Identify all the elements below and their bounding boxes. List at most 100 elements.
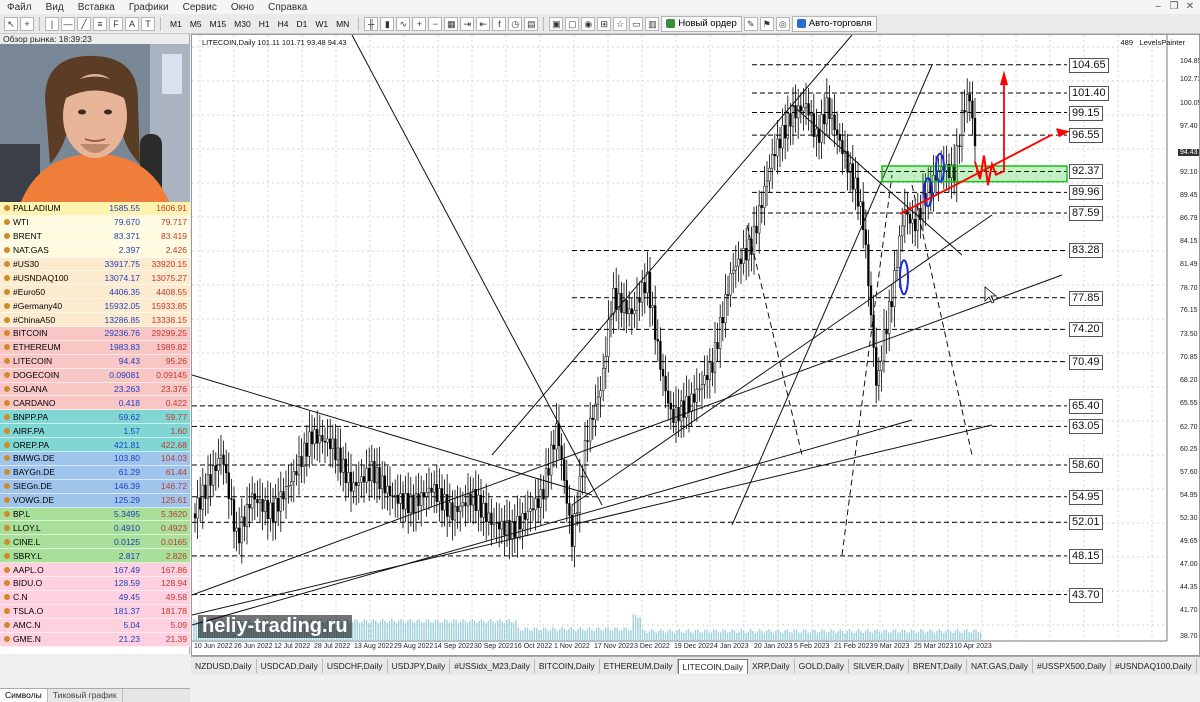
quote-row[interactable]: TSLA.O181.37181.78 <box>0 605 190 619</box>
bar-chart-icon[interactable]: ╫ <box>364 17 378 31</box>
fibonacci-icon[interactable]: F <box>109 17 123 31</box>
quote-row[interactable]: #Germany4015932.0515933.85 <box>0 299 190 313</box>
quote-row[interactable]: LITECOIN94.4395.26 <box>0 355 190 369</box>
minimize-icon[interactable]: – <box>1152 1 1164 12</box>
timeframe-h1[interactable]: H1 <box>255 18 274 30</box>
chart-tab[interactable]: USDCHF,Daily <box>323 659 388 673</box>
chart-tab[interactable]: ETHEREUM,Daily <box>600 659 678 673</box>
label-tool-icon[interactable]: T <box>141 17 155 31</box>
chart-tab[interactable]: NZDUSD,Daily <box>191 659 257 673</box>
quote-row[interactable]: CINE.L0.01250.0165 <box>0 535 190 549</box>
quote-row[interactable]: SOLANA23.26323.376 <box>0 383 190 397</box>
menu-item-6[interactable]: Справка <box>261 2 314 13</box>
menu-item-3[interactable]: Графики <box>122 2 176 13</box>
metaeditor-icon[interactable]: ✎ <box>744 17 758 31</box>
candle-chart-icon[interactable]: ▮ <box>380 17 394 31</box>
quote-row[interactable]: SBRY.L2.8172.826 <box>0 549 190 563</box>
periods-icon[interactable]: ◷ <box>508 17 522 31</box>
tab-tick-chart[interactable]: Тиковый график <box>48 689 123 702</box>
vertical-line-icon[interactable]: | <box>45 17 59 31</box>
chart-tab[interactable]: BRENT,Daily <box>909 659 967 673</box>
quote-row[interactable]: WTI79.67079.717 <box>0 216 190 230</box>
new-chart-icon[interactable]: ▣ <box>549 17 563 31</box>
close-icon[interactable]: ✕ <box>1184 1 1196 12</box>
templates-icon[interactable]: ▤ <box>524 17 538 31</box>
tab-symbols[interactable]: Символы <box>0 689 48 702</box>
chart-shift-icon[interactable]: ⇤ <box>476 17 490 31</box>
quote-row[interactable]: BITCOIN29236.7629299.25 <box>0 327 190 341</box>
autotrade-button[interactable]: Авто-торговля <box>792 16 877 32</box>
chart-tab[interactable]: NAT.GAS,Daily <box>967 659 1033 673</box>
menu-item-1[interactable]: Вид <box>39 2 71 13</box>
quote-row[interactable]: GME.N21.2321.39 <box>0 633 190 647</box>
navigator-icon[interactable]: ☆ <box>613 17 627 31</box>
autoscroll-icon[interactable]: ⇥ <box>460 17 474 31</box>
quote-row[interactable]: SIEGn.DE146.39146.72 <box>0 480 190 494</box>
quote-row[interactable]: BRENT83.37183.419 <box>0 230 190 244</box>
market-icon[interactable]: ◎ <box>776 17 790 31</box>
menu-item-0[interactable]: Файл <box>0 2 39 13</box>
data-window-icon[interactable]: ⊞ <box>597 17 611 31</box>
timeframe-mn[interactable]: MN <box>332 18 353 30</box>
timeframe-w1[interactable]: W1 <box>311 18 332 30</box>
menu-item-5[interactable]: Окно <box>224 2 261 13</box>
crosshair-icon[interactable]: + <box>20 17 34 31</box>
quote-row[interactable]: AIRF.PA1.571.60 <box>0 424 190 438</box>
quote-row[interactable]: PALLADIUM1585.551606.91 <box>0 202 190 216</box>
chart-tab[interactable]: #USSidx_M23,Daily <box>450 659 535 673</box>
line-chart-icon[interactable]: ∿ <box>396 17 410 31</box>
quote-row[interactable]: DOGECOIN0.090810.09145 <box>0 369 190 383</box>
quote-row[interactable]: CARDANO0.4180.422 <box>0 396 190 410</box>
quote-row[interactable]: OREP.PA421.81422.68 <box>0 438 190 452</box>
signals-icon[interactable]: ⚑ <box>760 17 774 31</box>
quote-row[interactable]: LLOY.L0.49100.4923 <box>0 521 190 535</box>
timeframe-d1[interactable]: D1 <box>292 18 311 30</box>
chart-tab[interactable]: BABA.N,Daily <box>1197 659 1200 673</box>
price-chart[interactable] <box>192 35 1200 656</box>
chart-window[interactable]: LITECOIN,Daily 101.11 101.71 93.48 94.43… <box>191 34 1200 656</box>
market-watch-icon[interactable]: ◉ <box>581 17 595 31</box>
chart-tab[interactable]: LITECOIN,Daily <box>678 659 748 674</box>
profiles-icon[interactable]: ▢ <box>565 17 579 31</box>
menu-item-4[interactable]: Сервис <box>176 2 224 13</box>
quote-row[interactable]: AAPL.O167.49167.86 <box>0 563 190 577</box>
channel-icon[interactable]: ≡ <box>93 17 107 31</box>
quote-row[interactable]: ETHEREUM1983.831989.82 <box>0 341 190 355</box>
trendline-icon[interactable]: ╱ <box>77 17 91 31</box>
quote-row[interactable]: #ChinaA5013286.8513338.15 <box>0 313 190 327</box>
chart-tab[interactable]: #USNDAQ100,Daily <box>1111 659 1197 673</box>
quote-row[interactable]: NAT.GAS2.3972.426 <box>0 244 190 258</box>
quote-row[interactable]: AMC.N5.045.09 <box>0 619 190 633</box>
indicators-icon[interactable]: f <box>492 17 506 31</box>
chart-tab[interactable]: BITCOIN,Daily <box>535 659 600 673</box>
cursor-icon[interactable]: ↖ <box>4 17 18 31</box>
tile-windows-icon[interactable]: ▦ <box>444 17 458 31</box>
quote-row[interactable]: BIDU.O128.59128.94 <box>0 577 190 591</box>
timeframe-m1[interactable]: M1 <box>166 18 186 30</box>
chart-tab[interactable]: XRP,Daily <box>748 659 795 673</box>
tester-icon[interactable]: ▥ <box>645 17 659 31</box>
timeframe-h4[interactable]: H4 <box>274 18 293 30</box>
zoom-in-icon[interactable]: + <box>412 17 426 31</box>
horizontal-line-icon[interactable]: — <box>61 17 75 31</box>
quote-row[interactable]: BMWG.DE103.80104.03 <box>0 452 190 466</box>
quote-row[interactable]: BP.L5.34955.3620 <box>0 508 190 522</box>
quote-row[interactable]: VOWG.DE125.29125.61 <box>0 494 190 508</box>
timeframe-m5[interactable]: M5 <box>186 18 206 30</box>
chart-tab[interactable]: GOLD,Daily <box>795 659 849 673</box>
timeframe-m30[interactable]: M30 <box>230 18 255 30</box>
chart-tab[interactable]: USDCAD,Daily <box>257 659 323 673</box>
text-tool-icon[interactable]: A <box>125 17 139 31</box>
quote-row[interactable]: BAYGn.DE61.2961.44 <box>0 466 190 480</box>
quote-row[interactable]: #Euro504406.354408.55 <box>0 285 190 299</box>
chart-tab[interactable]: SILVER,Daily <box>849 659 909 673</box>
menu-item-2[interactable]: Вставка <box>71 2 122 13</box>
quote-row[interactable]: #US3033917.7533920.15 <box>0 258 190 272</box>
quote-row[interactable]: C.N49.4549.58 <box>0 591 190 605</box>
quote-row[interactable]: BNPP.PA59.6259.77 <box>0 410 190 424</box>
chart-tab[interactable]: #USSPX500,Daily <box>1033 659 1111 673</box>
terminal-icon[interactable]: ▭ <box>629 17 643 31</box>
quote-row[interactable]: #USNDAQ10013074.1713075.27 <box>0 271 190 285</box>
zoom-out-icon[interactable]: − <box>428 17 442 31</box>
new-order-button[interactable]: Новый ордер <box>661 16 741 32</box>
